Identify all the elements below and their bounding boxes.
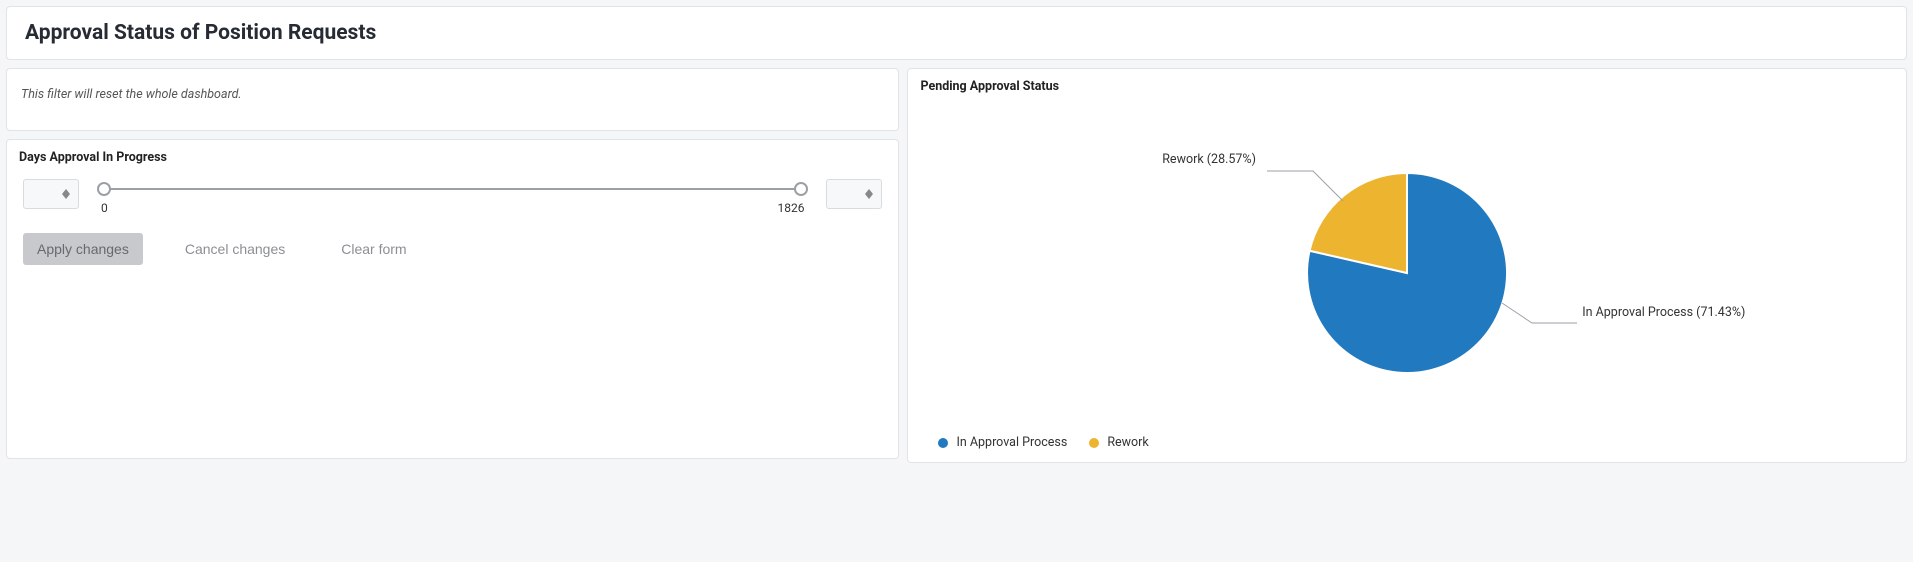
slider-max-label: 1826 [777,201,804,215]
slider-thumb-min[interactable] [97,182,111,196]
clear-form-button[interactable]: Clear form [327,233,420,265]
days-approval-panel: Days Approval In Progress 0 1826 [6,139,899,459]
cancel-changes-button[interactable]: Cancel changes [171,233,299,265]
legend-item-in-approval[interactable]: In Approval Process [938,435,1067,450]
legend-dot-icon [1089,438,1099,448]
legend-dot-icon [938,438,948,448]
slider-thumb-max[interactable] [794,182,808,196]
filter-reset-note-card: This filter will reset the whole dashboa… [6,68,899,131]
page-title: Approval Status of Position Requests [25,21,1888,45]
days-approval-title: Days Approval In Progress [7,140,898,171]
legend-label: In Approval Process [956,435,1067,450]
filter-reset-note: This filter will reset the whole dashboa… [21,87,242,102]
page-header: Approval Status of Position Requests [6,6,1907,60]
legend-item-rework[interactable]: Rework [1089,435,1148,450]
days-min-stepper[interactable] [23,179,79,209]
days-max-stepper[interactable] [826,179,882,209]
chart-legend: In Approval Process Rework [938,435,1148,450]
stepper-arrows-icon [62,189,70,199]
chart-title: Pending Approval Status [908,69,1906,100]
callout-rework: Rework (28.57%) [1162,152,1256,167]
callout-in-approval: In Approval Process (71.43%) [1582,305,1745,320]
apply-changes-button[interactable]: Apply changes [23,233,143,265]
slider-min-label: 0 [101,201,108,215]
pie-chart: Rework (28.57%) In Approval Process (71.… [908,100,1906,445]
days-range-slider[interactable]: 0 1826 [97,179,808,213]
legend-label: Rework [1107,435,1148,450]
stepper-arrows-icon [865,189,873,199]
pending-approval-chart-card: Pending Approval Status Rework (28.57%) … [907,68,1907,463]
